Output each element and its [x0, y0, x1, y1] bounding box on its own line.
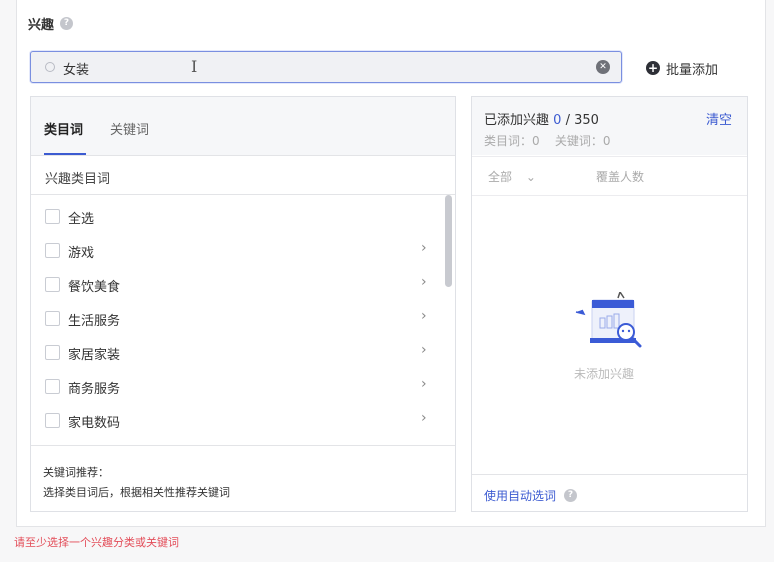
search-input[interactable]: 女装 I ✕	[30, 51, 622, 83]
added-sep: /	[561, 113, 575, 128]
list-item-label: 家电数码	[68, 416, 121, 431]
chevron-right-icon[interactable]: ›	[421, 376, 427, 392]
checkbox[interactable]	[45, 345, 60, 360]
list-item[interactable]: 生活服务 ›	[31, 301, 441, 335]
category-panel: 类目词 关键词 兴趣类目词 全选 游戏 › 餐饮美食 › 生活服务 › 家居家装	[30, 96, 456, 512]
active-tab-underline	[44, 153, 86, 155]
auto-select-link[interactable]: 使用自动选词 ?	[484, 487, 578, 504]
added-breakdown: 类目词：0 关键词：0	[484, 134, 611, 148]
help-icon[interactable]: ?	[60, 17, 74, 30]
added-max: 350	[574, 113, 599, 128]
list-item-label: 生活服务	[68, 314, 121, 329]
list-item-label: 家居家装	[68, 348, 121, 363]
chevron-down-icon: ⌄	[525, 170, 536, 184]
list-item[interactable]: 家居家装 ›	[31, 335, 441, 369]
clear-search-icon[interactable]: ✕	[596, 60, 610, 74]
cover-count-header: 覆盖人数	[596, 170, 645, 184]
tip-title: 关键词推荐：	[43, 466, 109, 479]
text-cursor-icon: I	[191, 57, 198, 76]
keyword-recommend-tip: 关键词推荐： 选择类目词后，根据相关性推荐关键词	[31, 445, 455, 512]
section-title-label: 兴趣	[28, 18, 55, 33]
auto-select-label: 使用自动选词	[484, 489, 557, 503]
list-item-label: 商务服务	[68, 382, 121, 397]
selected-panel: 已添加兴趣 0 / 350 清空 类目词：0 关键词：0 全部 ⌄ 覆盖人数 未…	[471, 96, 748, 512]
chevron-right-icon[interactable]: ›	[421, 342, 427, 358]
added-count-text: 已添加兴趣 0 / 350	[484, 109, 599, 128]
checkbox[interactable]	[45, 243, 60, 258]
category-header: 兴趣类目词	[31, 156, 455, 195]
list-item[interactable]: 家电数码 ›	[31, 403, 441, 437]
empty-illustration-icon	[570, 290, 650, 362]
tip-body: 选择类目词后，根据相关性推荐关键词	[43, 486, 230, 499]
checkbox[interactable]	[45, 311, 60, 326]
validation-error: 请至少选择一个兴趣分类或关键词	[14, 536, 179, 549]
selected-footer: 使用自动选词 ?	[472, 474, 747, 512]
search-value[interactable]: 女装	[63, 59, 89, 78]
tab-category-words[interactable]: 类目词	[44, 119, 83, 138]
tab-bar: 类目词 关键词	[31, 97, 455, 156]
search-icon	[45, 62, 55, 72]
list-item[interactable]: 餐饮美食 ›	[31, 267, 441, 301]
checkbox[interactable]	[45, 277, 60, 292]
selected-header: 已添加兴趣 0 / 350 清空 类目词：0 关键词：0	[472, 97, 747, 155]
help-icon[interactable]: ?	[564, 489, 578, 502]
added-prefix: 已添加兴趣	[484, 113, 550, 128]
plus-circle-icon: +	[646, 61, 660, 75]
clear-all-link[interactable]: 清空	[706, 109, 732, 128]
list-item-label: 游戏	[68, 246, 95, 261]
list-item-label: 餐饮美食	[68, 280, 121, 295]
chevron-right-icon[interactable]: ›	[421, 240, 427, 256]
chevron-right-icon[interactable]: ›	[421, 308, 427, 324]
list-item[interactable]: 游戏 ›	[31, 233, 441, 267]
list-item-partial[interactable]	[31, 437, 441, 445]
checkbox[interactable]	[45, 379, 60, 394]
filter-dropdown[interactable]: 全部 ⌄	[488, 168, 536, 185]
empty-state-text: 未添加兴趣	[574, 367, 635, 381]
list-item-label: 全选	[68, 212, 95, 227]
checkbox[interactable]	[45, 413, 60, 428]
list-item-select-all[interactable]: 全选	[31, 199, 441, 233]
category-list[interactable]: 全选 游戏 › 餐饮美食 › 生活服务 › 家居家装 › 商务服务 › 家电数码…	[31, 195, 455, 445]
batch-add-button[interactable]: + 批量添加	[646, 59, 719, 78]
tab-keywords[interactable]: 关键词	[110, 119, 149, 138]
chevron-right-icon[interactable]: ›	[421, 274, 427, 290]
list-item[interactable]: 商务服务 ›	[31, 369, 441, 403]
chevron-right-icon[interactable]: ›	[421, 410, 427, 426]
list-scrollbar[interactable]	[445, 195, 452, 287]
section-title: 兴趣 ?	[28, 14, 74, 33]
filter-value: 全部	[488, 170, 513, 184]
batch-add-label: 批量添加	[666, 62, 719, 78]
checkbox[interactable]	[45, 209, 60, 224]
filter-bar: 全部 ⌄ 覆盖人数	[472, 156, 747, 196]
category-header-label: 兴趣类目词	[45, 172, 111, 187]
